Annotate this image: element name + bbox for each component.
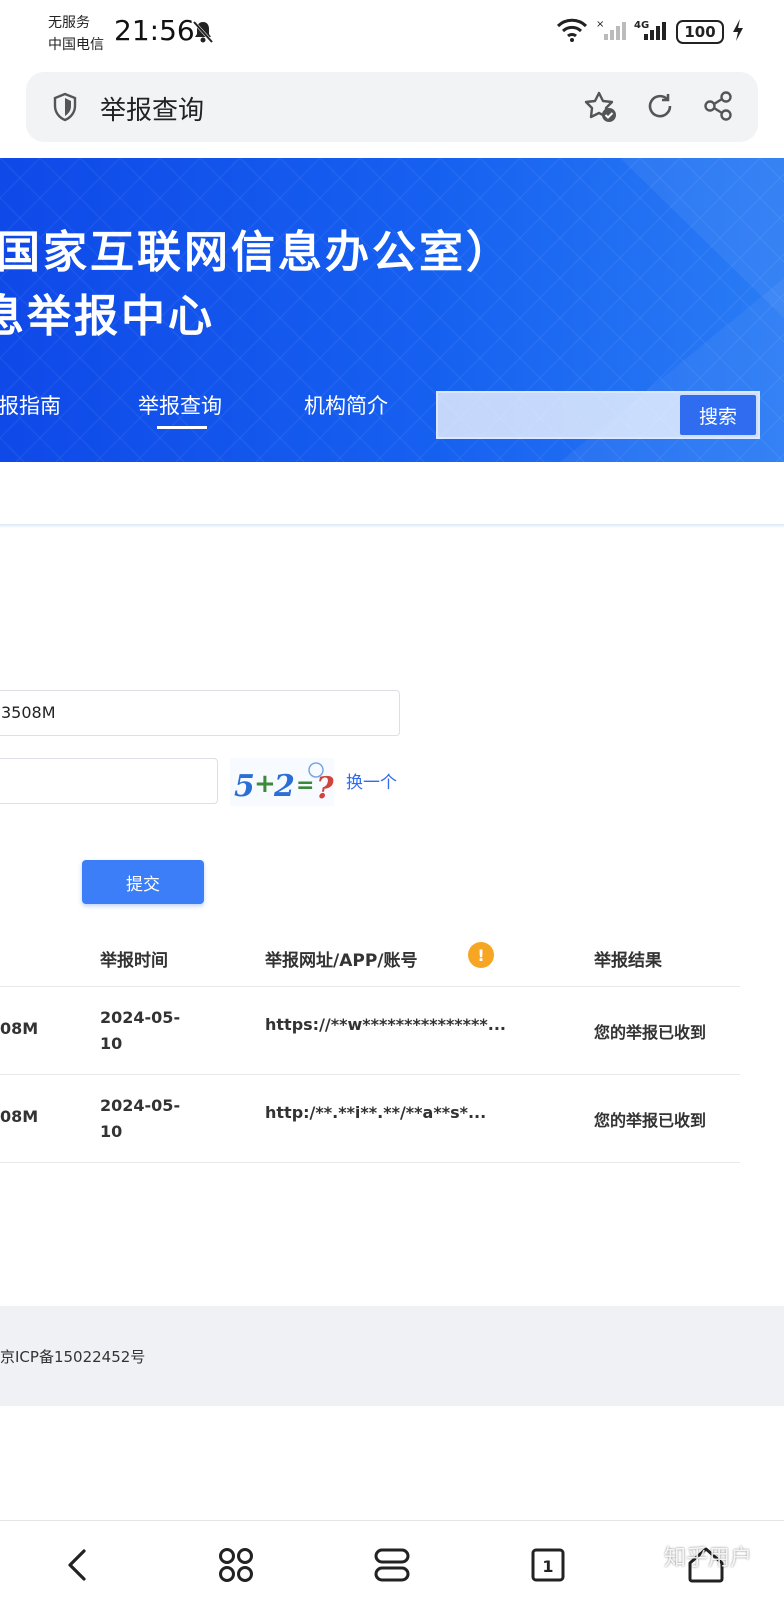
table-row: 08M 2024-05-10 https://**w**************… bbox=[0, 986, 740, 1074]
menu-icon[interactable] bbox=[368, 1541, 416, 1589]
svg-text:=: = bbox=[296, 773, 314, 798]
address-actions bbox=[584, 90, 734, 128]
carrier-info: 无服务 中国电信 bbox=[48, 12, 104, 56]
site-banner: 国家互联网信息办公室） 息举报中心 报指南 举报查询 机构简介 搜索 bbox=[0, 158, 784, 462]
signal-none-icon: × bbox=[596, 18, 626, 46]
captcha-input[interactable] bbox=[0, 758, 218, 804]
banner-title-line-2: 息举报中心 bbox=[0, 291, 215, 342]
battery-level: 100 bbox=[676, 20, 724, 44]
cell-result: 您的举报已收到 bbox=[594, 1023, 707, 1042]
system-icons: × 4G 100 bbox=[556, 18, 744, 46]
address-bar[interactable]: 举报查询 bbox=[26, 72, 758, 142]
icp-license[interactable]: 京ICP备15022452号 bbox=[0, 1346, 145, 1367]
carrier-line-1: 无服务 bbox=[48, 15, 90, 31]
query-code-input[interactable]: 3508M bbox=[0, 690, 400, 736]
header-report-result: 举报结果 bbox=[594, 951, 662, 971]
features-icon[interactable] bbox=[212, 1541, 260, 1589]
cell-id: 08M bbox=[0, 1019, 39, 1038]
query-code-value: 3508M bbox=[1, 703, 56, 722]
cell-date: 2024-05-10 bbox=[100, 1008, 181, 1053]
tabs-icon[interactable]: 1 bbox=[524, 1541, 572, 1589]
banner-title-line-1: 国家互联网信息办公室） bbox=[0, 227, 513, 278]
shield-icon[interactable] bbox=[52, 92, 78, 126]
cell-target: http:/**.**i**.**/**a**s*... bbox=[265, 1103, 487, 1122]
status-bar: 无服务 中国电信 21:56 × 4G 100 bbox=[0, 0, 784, 70]
signal-4g-icon: 4G bbox=[634, 18, 668, 46]
page-title: 举报查询 bbox=[100, 96, 205, 126]
favorite-star-icon[interactable] bbox=[584, 90, 618, 128]
network-label: 4G bbox=[634, 20, 649, 31]
svg-text:1: 1 bbox=[542, 1557, 553, 1576]
cell-id: 08M bbox=[0, 1107, 39, 1126]
table-bottom-border bbox=[0, 1162, 740, 1163]
table-row: 08M 2024-05-10 http:/**.**i**.**/**a**s*… bbox=[0, 1074, 740, 1162]
nav-query[interactable]: 举报查询 bbox=[138, 390, 222, 420]
watermark: 知乎用户 bbox=[664, 1546, 753, 1571]
back-icon[interactable] bbox=[54, 1541, 102, 1589]
svg-text:+: + bbox=[254, 769, 276, 799]
clock: 21:56 bbox=[114, 14, 195, 47]
site-search[interactable]: 搜索 bbox=[436, 391, 760, 439]
wifi-icon bbox=[556, 18, 588, 46]
submit-button[interactable]: 提交 bbox=[82, 860, 204, 904]
page: 无服务 中国电信 21:56 × 4G 100 举报查询 国家互联网信息办公室）… bbox=[0, 0, 784, 1600]
svg-text:×: × bbox=[596, 19, 604, 30]
captcha-refresh-link[interactable]: 换一个 bbox=[346, 768, 397, 793]
svg-text:2: 2 bbox=[273, 769, 295, 804]
carrier-line-2: 中国电信 bbox=[48, 37, 104, 53]
share-icon[interactable] bbox=[702, 90, 734, 128]
site-footer: 京ICP备15022452号 bbox=[0, 1306, 784, 1406]
svg-text:5: 5 bbox=[234, 769, 255, 804]
section-divider bbox=[0, 524, 784, 528]
header-report-target: 举报网址/APP/账号 bbox=[265, 951, 418, 971]
cell-result: 您的举报已收到 bbox=[594, 1111, 707, 1130]
cell-date: 2024-05-10 bbox=[100, 1096, 181, 1141]
nav-about[interactable]: 机构简介 bbox=[304, 390, 388, 420]
bell-muted-icon bbox=[192, 20, 214, 48]
refresh-icon[interactable] bbox=[644, 90, 676, 128]
header-report-time: 举报时间 bbox=[100, 951, 168, 971]
charging-icon bbox=[732, 18, 744, 46]
warning-icon[interactable]: ! bbox=[468, 942, 494, 968]
captcha-image[interactable]: 5 + 2 = ? bbox=[230, 758, 334, 806]
nav-active-indicator bbox=[157, 426, 207, 429]
cell-target: https://**w***************... bbox=[265, 1015, 507, 1034]
search-button[interactable]: 搜索 bbox=[680, 395, 756, 435]
nav-guide[interactable]: 报指南 bbox=[0, 390, 61, 420]
